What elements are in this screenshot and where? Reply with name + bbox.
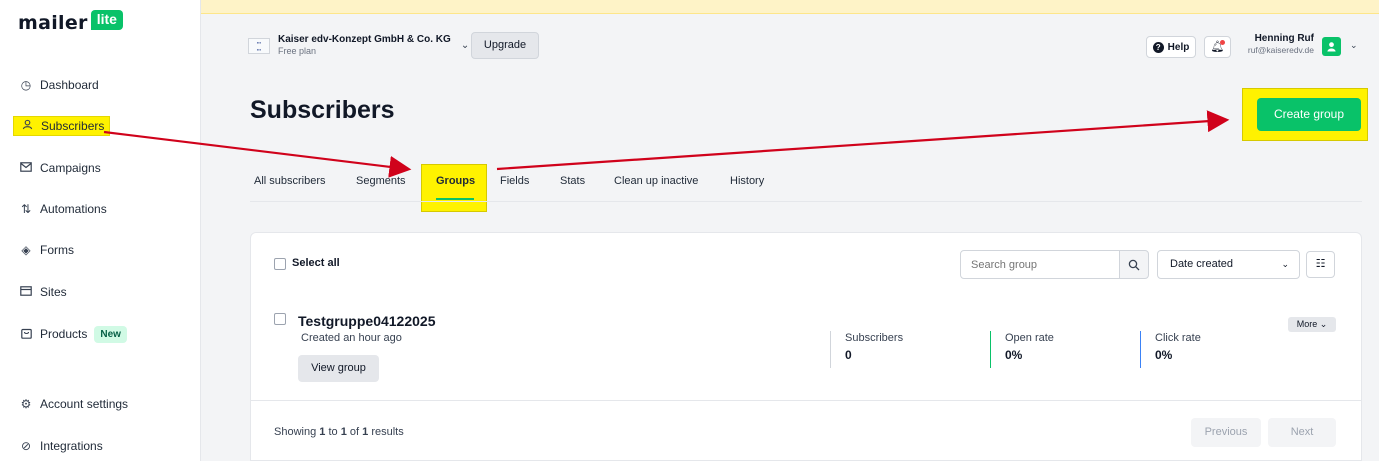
next-button[interactable]: Next xyxy=(1268,418,1336,447)
sidebar-item-label: Integrations xyxy=(40,439,103,453)
view-group-button[interactable]: View group xyxy=(298,355,379,382)
notification-dot xyxy=(1220,40,1225,45)
results-total: 1 xyxy=(362,426,369,438)
results-to-word: to xyxy=(328,426,338,438)
stat-click-rate: Click rate 0% xyxy=(1140,331,1201,368)
top-strip xyxy=(201,0,1379,14)
sidebar-item-label: Automations xyxy=(40,202,107,216)
stat-value: 0% xyxy=(1155,348,1173,362)
arrow-to-create-group xyxy=(496,110,1230,171)
org-logo: ▪▪▪ ▪▪▪ xyxy=(248,37,270,54)
help-icon: ? xyxy=(1152,41,1164,53)
logo-badge: lite xyxy=(90,10,123,30)
sidebar-item-products[interactable]: Products New xyxy=(18,324,127,344)
sidebar-item-label: Campaigns xyxy=(40,161,101,175)
user-name: Henning Ruf xyxy=(1254,33,1314,44)
page-title: Subscribers xyxy=(250,96,395,124)
notifications-button[interactable]: 🔔︎ xyxy=(1204,36,1231,58)
bag-icon xyxy=(18,327,34,342)
sidebar-item-campaigns[interactable]: Campaigns xyxy=(18,158,101,178)
group-checkbox[interactable] xyxy=(274,313,286,325)
sidebar-item-dashboard[interactable]: ◷ Dashboard xyxy=(18,75,99,95)
sidebar-item-label: Sites xyxy=(40,285,67,299)
tab-all-subscribers[interactable]: All subscribers xyxy=(254,175,326,187)
stat-label: Click rate xyxy=(1155,332,1201,344)
stat-open-rate: Open rate 0% xyxy=(990,331,1054,368)
mail-icon xyxy=(18,161,34,175)
tab-history[interactable]: History xyxy=(730,175,764,187)
card-divider xyxy=(250,400,1362,401)
sidebar: mailer lite ◷ Dashboard Subscribers Camp… xyxy=(0,0,201,461)
tab-segments[interactable]: Segments xyxy=(356,175,406,187)
results-summary: Showing 1 to 1 of 1 results xyxy=(274,426,404,438)
help-button[interactable]: ? Help xyxy=(1146,36,1196,58)
results-from: 1 xyxy=(319,426,326,438)
sidebar-item-integrations[interactable]: ⊘ Integrations xyxy=(18,436,103,456)
chevron-down-icon[interactable]: ⌄ xyxy=(1350,40,1358,51)
stat-label: Open rate xyxy=(1005,332,1054,344)
org-plan: Free plan xyxy=(278,46,317,56)
clock-icon: ◷ xyxy=(20,78,32,92)
stat-subscribers: Subscribers 0 xyxy=(830,331,903,368)
create-group-button[interactable]: Create group xyxy=(1257,98,1361,131)
results-to: 1 xyxy=(340,426,347,438)
select-all-label: Select all xyxy=(292,257,340,269)
avatar[interactable] xyxy=(1322,37,1341,56)
stat-value: 0 xyxy=(845,348,852,362)
more-label: More xyxy=(1296,319,1318,329)
more-button[interactable]: More ⌄ xyxy=(1288,317,1336,332)
tab-groups[interactable]: Groups xyxy=(436,175,475,187)
layers-icon: ◈ xyxy=(21,243,31,257)
sidebar-item-account-settings[interactable]: ⚙ Account settings xyxy=(18,394,128,414)
tabs-divider xyxy=(250,201,1362,202)
results-of-word: of xyxy=(349,426,360,438)
highlight-box xyxy=(421,164,487,212)
gear-icon: ⚙ xyxy=(20,397,32,411)
sort-icon: ☷ xyxy=(1315,258,1326,270)
sidebar-item-label: Dashboard xyxy=(40,78,99,92)
search-input[interactable] xyxy=(960,250,1120,279)
new-badge: New xyxy=(94,325,127,343)
results-word: results xyxy=(371,426,404,438)
sidebar-item-sites[interactable]: Sites xyxy=(18,282,67,302)
sidebar-item-label: Account settings xyxy=(40,397,129,411)
tab-stats[interactable]: Stats xyxy=(560,175,585,187)
group-name[interactable]: Testgruppe04122025 xyxy=(298,313,435,329)
logo[interactable]: mailer lite xyxy=(18,10,123,34)
select-all-checkbox[interactable] xyxy=(274,258,286,270)
sort-value: Date created xyxy=(1170,258,1233,270)
stat-label: Subscribers xyxy=(845,332,904,344)
sidebar-item-subscribers[interactable]: Subscribers xyxy=(13,116,111,136)
search-icon xyxy=(1128,259,1140,271)
help-label: Help xyxy=(1167,41,1190,53)
org-name: Kaiser edv-Konzept GmbH & Co. KG xyxy=(278,34,451,45)
sidebar-item-forms[interactable]: ◈ Forms xyxy=(18,240,74,260)
tab-fields[interactable]: Fields xyxy=(500,175,529,187)
sort-order-button[interactable]: ☷ xyxy=(1306,251,1335,278)
stat-value: 0% xyxy=(1005,348,1023,362)
user-email: ruf@kaiseredv.de xyxy=(1247,45,1314,55)
chevron-down-icon: ⌄ xyxy=(1319,319,1328,329)
sidebar-item-label: Forms xyxy=(40,243,74,257)
upgrade-button[interactable]: Upgrade xyxy=(471,32,539,59)
chevron-down-icon: ⌄ xyxy=(1281,259,1289,269)
group-created: Created an hour ago xyxy=(301,332,402,344)
user-icon xyxy=(19,119,35,133)
search-button[interactable] xyxy=(1119,250,1149,279)
results-prefix: Showing xyxy=(274,426,317,438)
logo-text: mailer xyxy=(18,12,88,34)
tab-clean-up-inactive[interactable]: Clean up inactive xyxy=(614,175,698,187)
chevron-down-icon: ⌄ xyxy=(460,40,470,51)
flow-icon: ⇅ xyxy=(20,202,32,216)
sidebar-item-label: Products xyxy=(40,327,88,341)
sidebar-item-automations[interactable]: ⇅ Automations xyxy=(18,199,107,219)
link-icon: ⊘ xyxy=(20,439,32,453)
previous-button[interactable]: Previous xyxy=(1191,418,1261,447)
active-tab-indicator xyxy=(436,198,474,200)
sidebar-item-label: Subscribers xyxy=(41,119,105,133)
user-menu[interactable]: Henning Ruf ruf@kaiseredv.de xyxy=(1238,32,1314,56)
browser-icon xyxy=(18,285,34,299)
org-switcher[interactable]: ▪▪▪ ▪▪▪ Kaiser edv-Konzept GmbH & Co. KG … xyxy=(248,34,469,57)
sort-select[interactable]: Date created ⌄ xyxy=(1157,250,1300,279)
